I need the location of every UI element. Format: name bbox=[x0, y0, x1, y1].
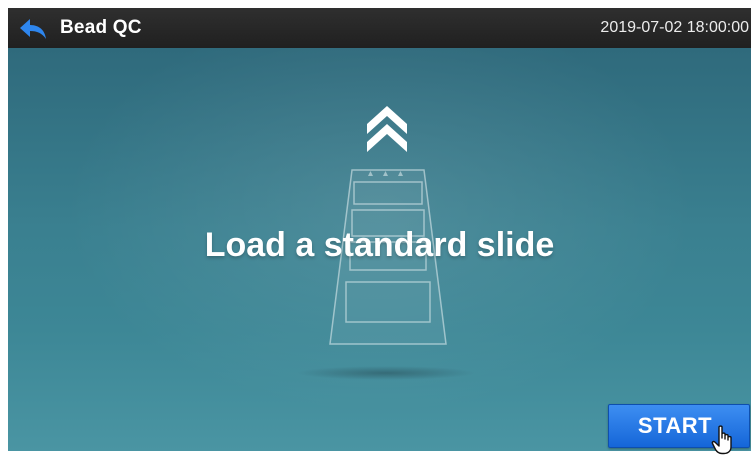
title-bar: Bead QC 2019-07-02 18:00:00 bbox=[8, 8, 751, 48]
chevron-double-up-icon bbox=[367, 106, 407, 152]
tray-shadow bbox=[296, 366, 476, 380]
start-button-label: START bbox=[637, 413, 713, 438]
back-arrow-icon[interactable] bbox=[18, 17, 48, 41]
page-title: Bead QC bbox=[60, 17, 142, 38]
main-content: Load a standard slide bbox=[8, 48, 751, 451]
instruction-message: Load a standard slide bbox=[204, 226, 555, 264]
hand-pointer-icon bbox=[711, 425, 732, 455]
datetime-display: 2019-07-02 18:00:00 bbox=[600, 19, 749, 36]
bead-qc-screen: Bead QC 2019-07-02 18:00:00 Load a stand… bbox=[0, 0, 751, 459]
